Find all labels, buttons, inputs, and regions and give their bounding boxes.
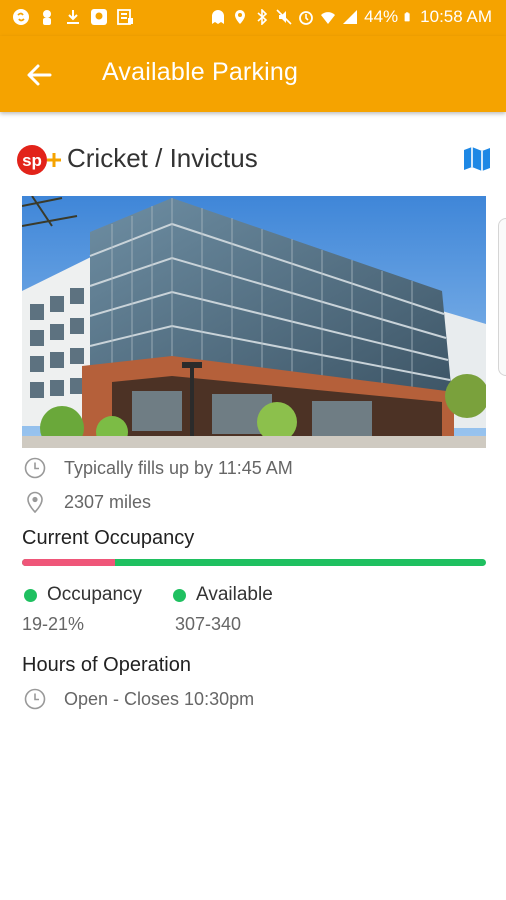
mute-icon bbox=[276, 9, 292, 25]
sp-plus-logo: sp bbox=[17, 145, 61, 175]
app-bar: Available Parking bbox=[0, 36, 506, 112]
available-label: Available bbox=[196, 584, 273, 605]
shazam-icon bbox=[13, 9, 29, 25]
legend-available: Available bbox=[173, 583, 273, 607]
map-button[interactable] bbox=[462, 145, 492, 173]
occupancy-dot bbox=[24, 588, 37, 602]
map-icon bbox=[464, 147, 490, 171]
occupancy-bar bbox=[22, 559, 486, 566]
fill-time-row: Typically fills up by 11:45 AM bbox=[24, 455, 293, 481]
arrow-left-icon bbox=[27, 64, 52, 86]
location-icon bbox=[235, 10, 246, 24]
alarm-icon bbox=[299, 11, 314, 25]
page-title: Available Parking bbox=[102, 58, 299, 86]
status-left-icons bbox=[12, 8, 134, 26]
ghost-icon bbox=[212, 10, 225, 24]
lot-photo bbox=[22, 196, 486, 448]
back-button[interactable] bbox=[24, 60, 54, 90]
clock: 10:58 AM bbox=[420, 7, 492, 26]
signal-icon bbox=[343, 10, 358, 24]
download-icon bbox=[67, 10, 79, 24]
app-icon bbox=[91, 9, 107, 25]
bluetooth-icon bbox=[257, 9, 268, 25]
legend-occupancy: Occupancy bbox=[24, 583, 142, 607]
fill-time-text: Typically fills up by 11:45 AM bbox=[64, 457, 293, 478]
location-pin-icon bbox=[27, 491, 43, 513]
distance-row: 2307 miles bbox=[24, 489, 151, 515]
status-bar: 44% 10:58 AM bbox=[0, 0, 506, 36]
side-drawer-handle[interactable] bbox=[498, 218, 506, 376]
clock-icon bbox=[24, 457, 46, 479]
available-value: 307-340 bbox=[175, 614, 242, 634]
hours-status: Open - Closes 10:30pm bbox=[64, 688, 255, 709]
occupancy-label: Occupancy bbox=[47, 584, 143, 605]
status-right: 44% 10:58 AM bbox=[210, 7, 492, 27]
lot-header: sp Cricket / Invictus bbox=[16, 141, 494, 179]
wifi-icon bbox=[321, 12, 336, 24]
available-dot bbox=[173, 588, 186, 602]
battery-percent: 44% bbox=[364, 7, 399, 26]
hours-title: Hours of Operation bbox=[22, 654, 191, 676]
occupancy-title: Current Occupancy bbox=[22, 527, 195, 549]
svg-text:sp: sp bbox=[22, 151, 42, 170]
news-icon bbox=[117, 9, 133, 25]
occupancy-bar-fill bbox=[22, 559, 115, 566]
hours-row: Open - Closes 10:30pm bbox=[24, 686, 254, 712]
occupancy-value: 19-21% bbox=[22, 614, 85, 634]
clock-icon bbox=[24, 688, 46, 710]
battery-icon bbox=[404, 12, 410, 22]
lot-name: Cricket / Invictus bbox=[67, 143, 258, 173]
notification-icon bbox=[43, 10, 51, 25]
distance-text: 2307 miles bbox=[64, 491, 152, 512]
